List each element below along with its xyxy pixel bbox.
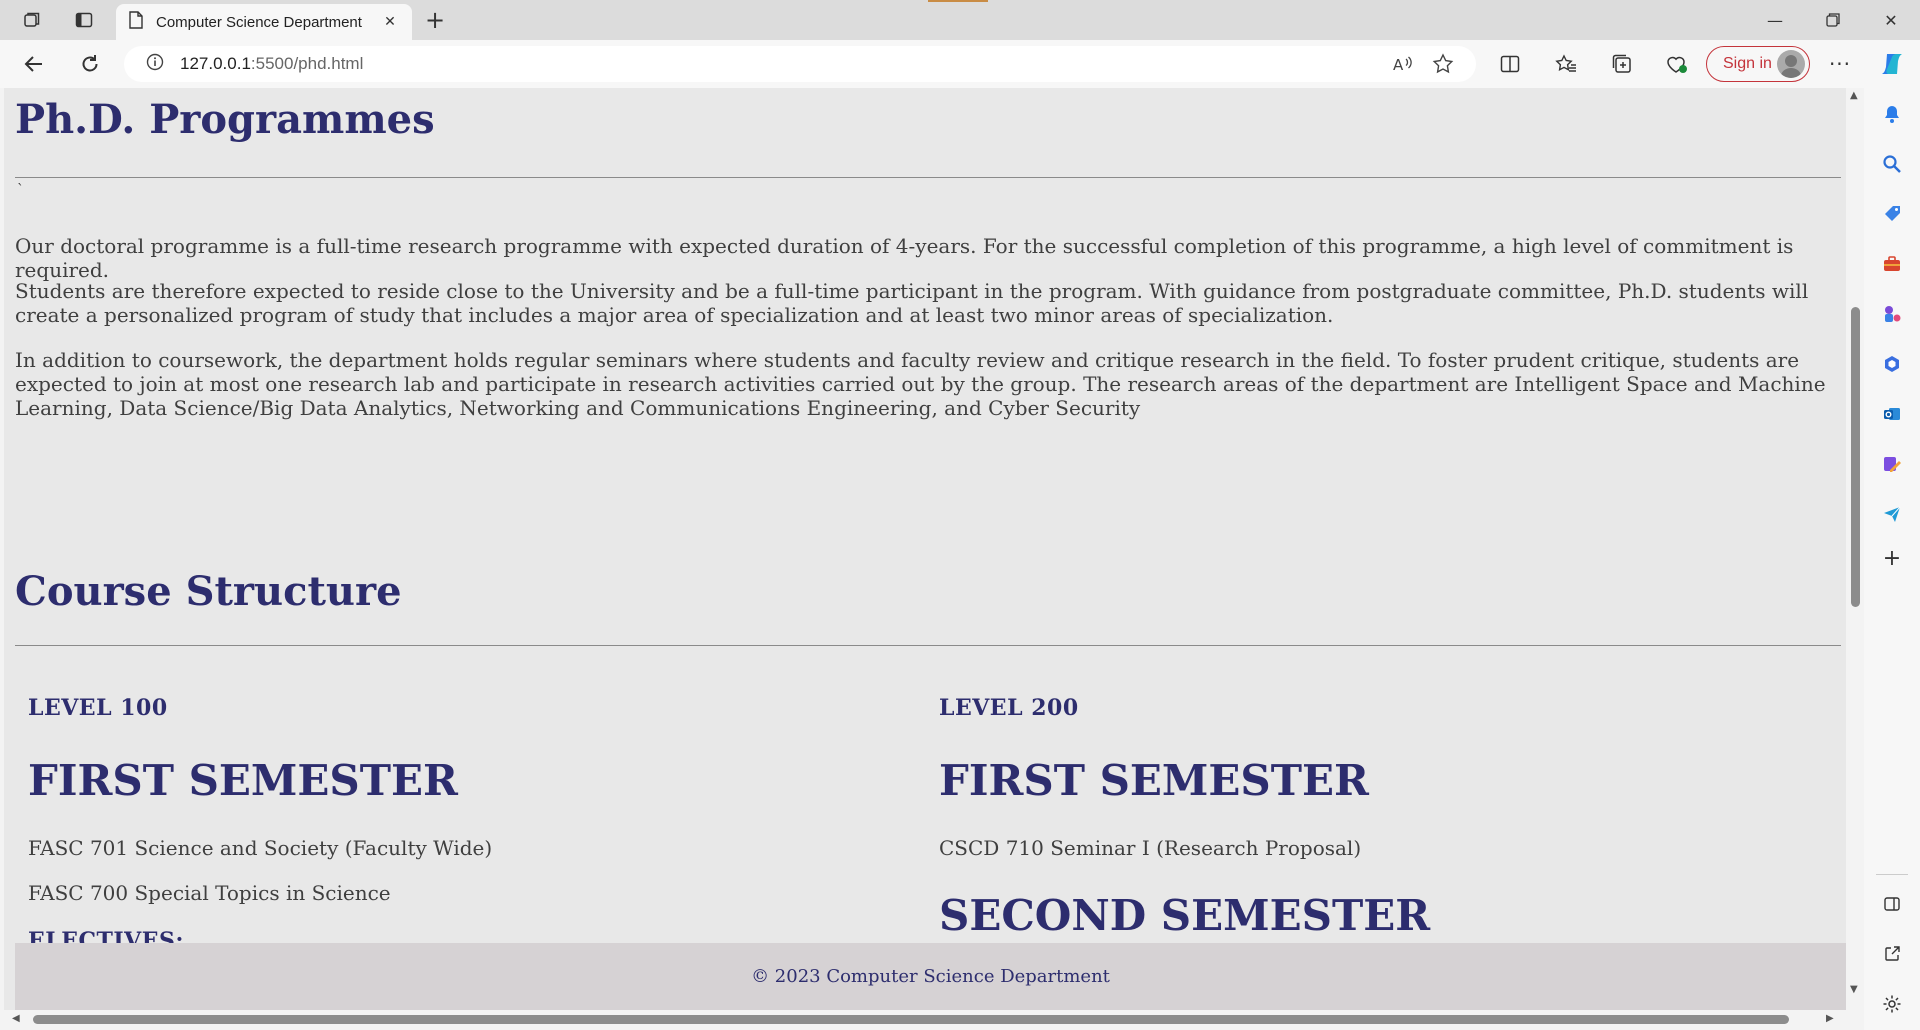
horizontal-scrollbar[interactable]: ◀ ▶ xyxy=(4,1010,1846,1028)
page-body: Ph.D. Programmes ` Our doctoral programm… xyxy=(4,88,1846,1010)
tab-title: Computer Science Department xyxy=(156,13,362,31)
url-path: :5500/phd.html xyxy=(250,54,364,73)
seminars-paragraph: In addition to coursework, the departmen… xyxy=(15,348,1826,420)
read-aloud-icon[interactable]: A xyxy=(1392,53,1414,79)
hide-sidebar-icon[interactable] xyxy=(1878,890,1906,918)
residence-paragraph: Students are therefore expected to resid… xyxy=(15,279,1809,327)
course-structure-title: Course Structure xyxy=(15,568,402,615)
open-external-icon[interactable] xyxy=(1878,940,1906,968)
address-bar[interactable]: 127.0.0.1:5500/phd.html A xyxy=(124,46,1476,82)
outlook-icon[interactable] xyxy=(1878,400,1906,428)
level-100-label: LEVEL 100 xyxy=(28,695,168,721)
split-screen-icon[interactable] xyxy=(1496,50,1524,78)
browser-essentials-icon[interactable] xyxy=(1662,50,1690,78)
vertical-scrollbar[interactable]: ▲ ▼ xyxy=(1846,88,1864,1010)
sign-in-button[interactable]: Sign in xyxy=(1706,46,1810,82)
tab-close-icon[interactable]: ✕ xyxy=(380,12,400,32)
scroll-left-icon[interactable]: ◀ xyxy=(12,1013,20,1024)
shopping-tag-icon[interactable] xyxy=(1878,200,1906,228)
page-icon xyxy=(128,11,144,33)
stray-mark: ` xyxy=(17,182,24,198)
notifications-icon[interactable] xyxy=(1878,100,1906,128)
divider xyxy=(15,177,1841,178)
settings-gear-icon[interactable] xyxy=(1878,990,1906,1018)
tools-icon[interactable] xyxy=(1878,250,1906,278)
avatar-icon xyxy=(1777,50,1805,78)
vertical-scroll-thumb[interactable] xyxy=(1851,307,1860,607)
url-host: 127.0.0.1 xyxy=(180,54,251,73)
course-item: CSCD 710 Seminar I (Research Proposal) xyxy=(939,836,1362,860)
horizontal-scroll-thumb[interactable] xyxy=(33,1015,1789,1024)
new-tab-button[interactable]: + xyxy=(422,6,448,34)
intro-paragraph: Our doctoral programme is a full-time re… xyxy=(15,234,1794,282)
divider xyxy=(15,645,1841,646)
level-200-first-semester: FIRST SEMESTER xyxy=(939,756,1369,805)
more-options-icon[interactable]: ··· xyxy=(1826,50,1854,78)
browser-toolbar: 127.0.0.1:5500/phd.html A Sign in ··· xyxy=(0,40,1920,88)
back-button[interactable] xyxy=(20,50,48,78)
designer-icon[interactable] xyxy=(1878,450,1906,478)
page-footer: © 2023 Computer Science Department xyxy=(15,943,1846,1010)
edge-sidebar: + xyxy=(1864,88,1920,1030)
sign-in-label: Sign in xyxy=(1723,55,1772,72)
footer-copyright: © 2023 Computer Science Department xyxy=(751,966,1110,987)
scroll-down-icon[interactable]: ▼ xyxy=(1850,984,1858,995)
tab-actions-icon[interactable] xyxy=(72,8,96,32)
tab-active[interactable]: Computer Science Department ✕ xyxy=(116,4,412,40)
page-title: Ph.D. Programmes xyxy=(15,96,435,143)
svg-text:A: A xyxy=(1393,56,1404,74)
search-icon[interactable] xyxy=(1878,150,1906,178)
add-sidebar-app-icon[interactable]: + xyxy=(1878,544,1906,572)
workspaces-icon[interactable] xyxy=(20,8,44,32)
level-100-first-semester: FIRST SEMESTER xyxy=(28,756,458,805)
url-text: 127.0.0.1:5500/phd.html xyxy=(180,54,363,74)
level-200-label: LEVEL 200 xyxy=(939,695,1079,721)
games-icon[interactable] xyxy=(1878,300,1906,328)
scroll-right-icon[interactable]: ▶ xyxy=(1826,1013,1834,1024)
scroll-up-icon[interactable]: ▲ xyxy=(1850,90,1858,101)
minimize-button[interactable]: — xyxy=(1752,6,1798,34)
copilot-icon[interactable] xyxy=(1878,50,1906,78)
page-viewport: Ph.D. Programmes ` Our doctoral programm… xyxy=(4,88,1864,1028)
tab-loading-accent xyxy=(928,0,988,2)
site-info-icon[interactable] xyxy=(146,53,164,75)
favorites-icon[interactable] xyxy=(1552,50,1580,78)
level-200-second-semester: SECOND SEMESTER xyxy=(939,891,1431,940)
favorite-star-icon[interactable] xyxy=(1432,53,1454,79)
send-icon[interactable] xyxy=(1878,500,1906,528)
sidebar-divider xyxy=(1876,874,1908,875)
tab-bar: Computer Science Department ✕ + — ✕ xyxy=(0,0,1920,40)
course-item: FASC 700 Special Topics in Science xyxy=(28,881,391,905)
refresh-button[interactable] xyxy=(76,50,104,78)
close-window-button[interactable]: ✕ xyxy=(1868,6,1914,34)
course-item: FASC 701 Science and Society (Faculty Wi… xyxy=(28,836,493,860)
restore-button[interactable] xyxy=(1810,6,1856,34)
microsoft365-icon[interactable] xyxy=(1878,350,1906,378)
collections-icon[interactable] xyxy=(1608,50,1636,78)
